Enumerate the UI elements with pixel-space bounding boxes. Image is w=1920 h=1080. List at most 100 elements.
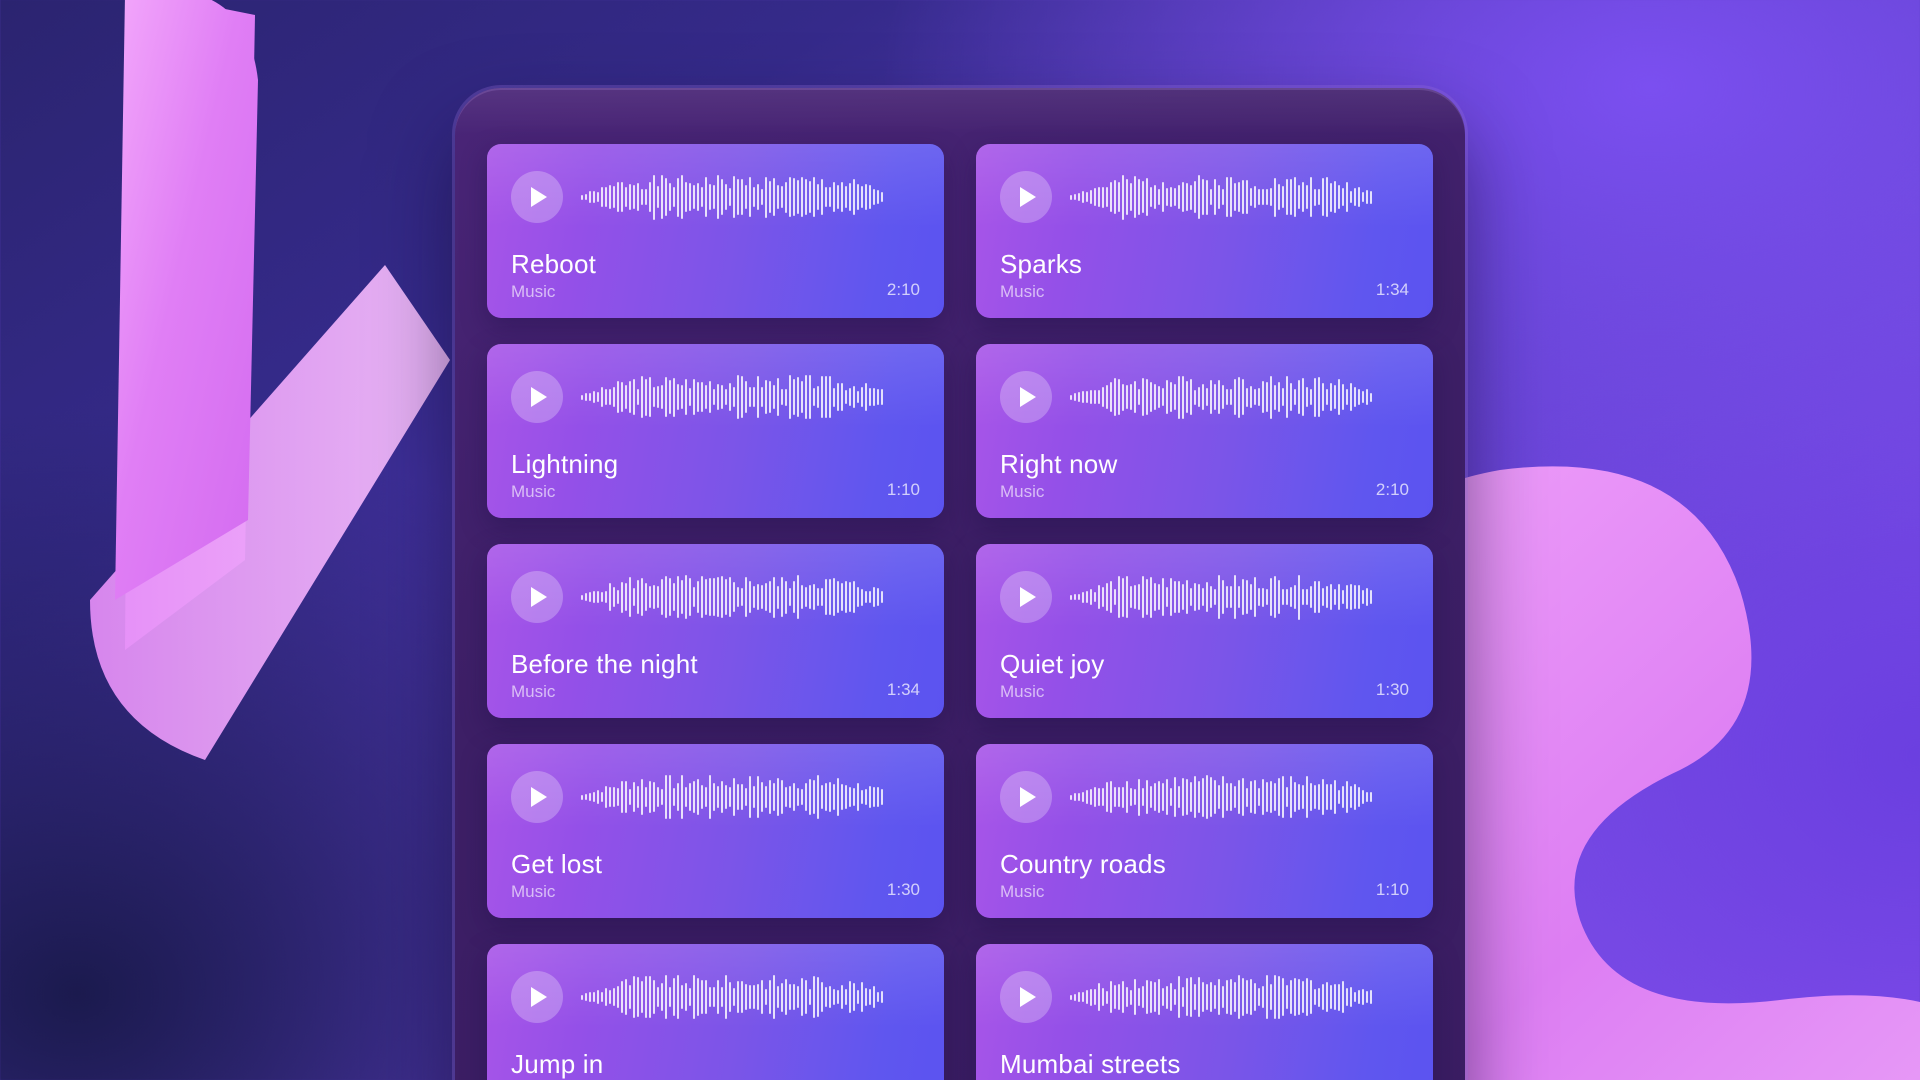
track-card[interactable]: Lightning Music 1:10 xyxy=(487,344,944,518)
audio-waveform[interactable] xyxy=(1070,574,1409,620)
waveform-bar xyxy=(709,381,711,413)
waveform-bar xyxy=(1310,980,1312,1014)
waveform-bar xyxy=(1282,185,1284,209)
waveform-bar xyxy=(685,983,687,1011)
waveform-bar xyxy=(649,181,651,213)
waveform-bar xyxy=(645,378,647,416)
track-duration: 1:34 xyxy=(1375,280,1409,299)
waveform-bar xyxy=(1254,576,1256,618)
play-icon[interactable] xyxy=(511,571,563,623)
track-card[interactable]: Reboot Music 2:10 xyxy=(487,144,944,318)
play-icon[interactable] xyxy=(1000,771,1052,823)
waveform-bar xyxy=(1190,588,1192,606)
waveform-bar xyxy=(701,187,703,207)
waveform-bar xyxy=(657,987,659,1007)
waveform-bar xyxy=(1282,977,1284,1017)
play-icon[interactable] xyxy=(511,171,563,223)
audio-waveform[interactable] xyxy=(1070,174,1409,220)
waveform-bar xyxy=(725,974,727,1020)
waveform-bar xyxy=(1310,586,1312,608)
waveform-bar xyxy=(1230,782,1232,812)
waveform-bar xyxy=(713,578,715,616)
waveform-bar xyxy=(1334,385,1336,409)
audio-waveform[interactable] xyxy=(1070,375,1409,419)
track-card[interactable]: Right now Music 2:10 xyxy=(976,344,1433,518)
waveform-bar xyxy=(1114,589,1116,605)
waveform-bar xyxy=(673,977,675,1017)
track-card[interactable]: Get lost Music 1:30 xyxy=(487,744,944,918)
waveform-bar xyxy=(829,579,831,615)
audio-waveform[interactable] xyxy=(581,575,920,619)
waveform-bar xyxy=(677,974,679,1020)
waveform-bar xyxy=(1298,784,1300,810)
waveform-bar xyxy=(685,575,687,619)
waveform-bar xyxy=(665,974,667,1020)
waveform-bar xyxy=(829,186,831,208)
play-icon[interactable] xyxy=(511,971,563,1023)
track-card[interactable]: Quiet joy Music 1:30 xyxy=(976,544,1433,718)
audio-waveform[interactable] xyxy=(1070,775,1409,819)
play-icon[interactable] xyxy=(1000,971,1052,1023)
track-meta-text: Reboot Music xyxy=(511,249,596,302)
audio-waveform[interactable] xyxy=(1070,974,1409,1020)
audio-waveform[interactable] xyxy=(581,774,920,820)
play-icon[interactable] xyxy=(1000,571,1052,623)
play-icon[interactable] xyxy=(1000,371,1052,423)
waveform-bar xyxy=(1150,576,1152,618)
waveform-bar xyxy=(653,979,655,1015)
waveform-bar xyxy=(745,577,747,617)
waveform-bar xyxy=(757,776,759,818)
waveform-bar xyxy=(593,992,595,1002)
waveform-bar xyxy=(1070,594,1072,600)
waveform-bar xyxy=(1286,984,1288,1010)
waveform-bar xyxy=(1090,589,1092,605)
waveform-bar xyxy=(1342,383,1344,411)
waveform-bar xyxy=(677,576,679,618)
track-card[interactable]: Jump inMusic2:10 xyxy=(487,944,944,1080)
waveform-bar xyxy=(1206,179,1208,215)
waveform-bar xyxy=(633,185,635,209)
waveform-bar xyxy=(629,577,631,617)
waveform-bar xyxy=(773,975,775,1019)
waveform-bar xyxy=(1134,176,1136,218)
waveform-bar xyxy=(637,785,639,809)
waveform-bar xyxy=(1214,589,1216,605)
waveform-bar xyxy=(657,185,659,209)
waveform-bar xyxy=(589,392,591,402)
waveform-bar xyxy=(1274,576,1276,618)
waveform-bar xyxy=(1298,380,1300,414)
waveform-bar xyxy=(1094,592,1096,602)
waveform-bar xyxy=(705,786,707,808)
waveform-bar xyxy=(1298,574,1300,620)
track-card[interactable]: Before the night Music 1:34 xyxy=(487,544,944,718)
track-card[interactable]: Mumbai streetsMusic1:34 xyxy=(976,944,1433,1080)
waveform-bar xyxy=(833,182,835,212)
waveform-bar xyxy=(773,384,775,410)
waveform-bar xyxy=(1238,780,1240,814)
waveform-bar xyxy=(1114,179,1116,215)
waveform-bar xyxy=(749,581,751,613)
play-icon[interactable] xyxy=(1000,171,1052,223)
waveform-bar xyxy=(1334,780,1336,814)
audio-waveform[interactable] xyxy=(581,174,920,220)
waveform-bar xyxy=(1238,585,1240,609)
waveform-bar xyxy=(1342,980,1344,1014)
waveform-bar xyxy=(1302,785,1304,809)
waveform-bar xyxy=(653,584,655,610)
audio-waveform[interactable] xyxy=(581,974,920,1020)
waveform-bar xyxy=(649,376,651,418)
waveform-bar xyxy=(1102,587,1104,607)
waveform-bar xyxy=(1170,382,1172,412)
waveform-bar xyxy=(1230,979,1232,1015)
waveform-bar xyxy=(829,375,831,419)
audio-waveform[interactable] xyxy=(581,375,920,419)
waveform-bar xyxy=(589,191,591,203)
play-icon[interactable] xyxy=(511,371,563,423)
waveform-bar xyxy=(809,988,811,1006)
waveform-bar xyxy=(817,775,819,819)
track-card[interactable]: Country roads Music 1:10 xyxy=(976,744,1433,918)
waveform-bar xyxy=(793,581,795,613)
waveform-bar xyxy=(1306,185,1308,209)
track-card[interactable]: Sparks Music 1:34 xyxy=(976,144,1433,318)
play-icon[interactable] xyxy=(511,771,563,823)
